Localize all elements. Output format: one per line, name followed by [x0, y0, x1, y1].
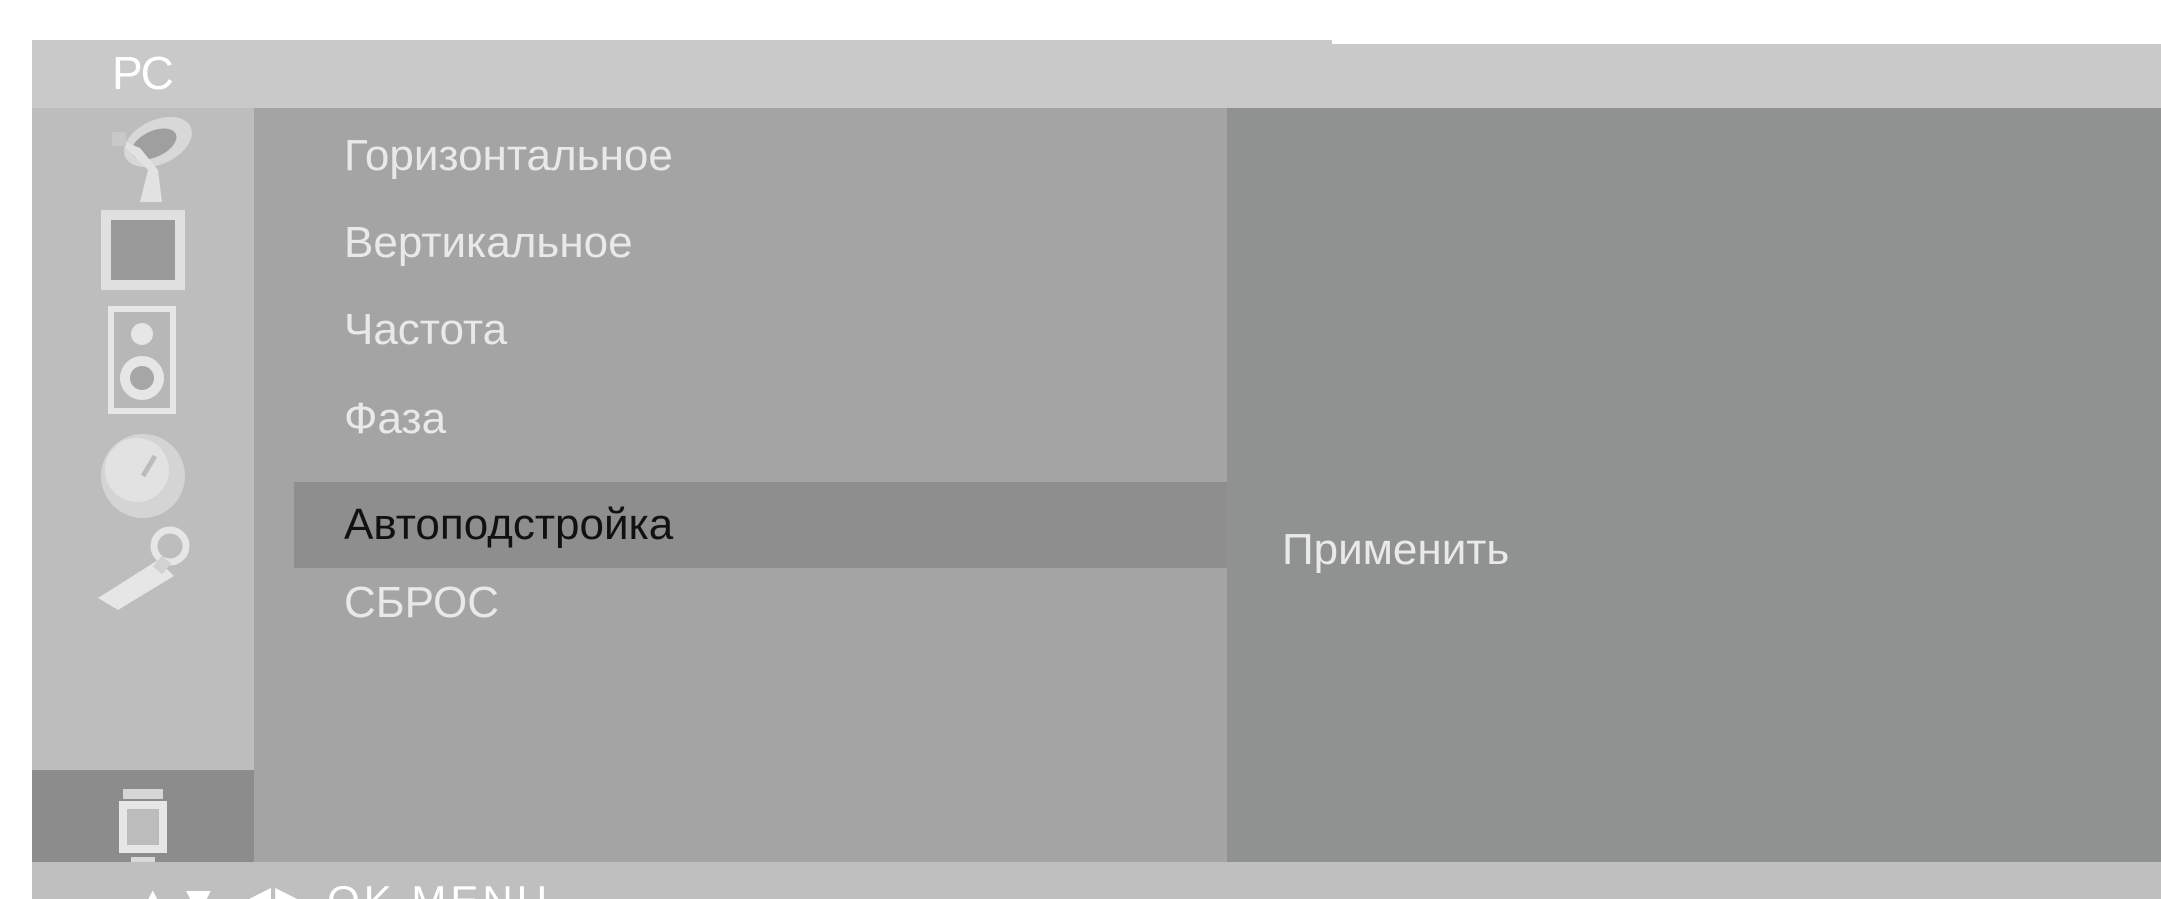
clock-icon	[101, 434, 185, 518]
navigation-hint: ▲▼ ◀▶ OK MENU	[132, 876, 551, 899]
category-picture[interactable]	[32, 200, 254, 300]
menu-item-horizontal[interactable]: Горизонтальное	[254, 113, 1204, 199]
category-station[interactable]	[32, 108, 254, 208]
menu-item-auto-config[interactable]: Автоподстройка	[294, 482, 1249, 568]
menu-item-reset[interactable]: СБРОС	[254, 560, 1204, 646]
menu-item-label: Вертикальное	[344, 218, 633, 267]
category-special[interactable]	[32, 520, 254, 620]
menu-item-label: Частота	[344, 305, 508, 354]
value-panel: Применить	[1227, 108, 2161, 862]
menu-list: Горизонтальное Вертикальное Частота Фаза…	[254, 108, 1249, 892]
speaker-icon	[108, 306, 176, 414]
menu-item-phase[interactable]: Фаза	[254, 376, 1204, 462]
satellite-dish-icon	[112, 116, 192, 202]
category-sound[interactable]	[32, 300, 254, 420]
menu-item-label: Автоподстройка	[344, 500, 674, 549]
osd-menu: PC Горизонтальное Вертикальное Частота Ф…	[32, 40, 2161, 899]
menu-title: PC	[112, 47, 174, 99]
category-time[interactable]	[32, 426, 254, 526]
special-key-icon	[98, 526, 190, 610]
menu-item-label: Горизонтальное	[344, 131, 673, 180]
menu-item-label: Фаза	[344, 394, 447, 443]
menu-item-label: СБРОС	[344, 578, 500, 627]
footer-hint-bar: ▲▼ ◀▶ OK MENU	[32, 862, 2161, 899]
menu-item-vertical[interactable]: Вертикальное	[254, 200, 1204, 286]
picture-icon	[101, 210, 185, 290]
title-notch	[1332, 40, 2161, 44]
category-icon-column	[32, 108, 254, 892]
apply-option[interactable]: Применить	[1282, 525, 1509, 575]
menu-item-frequency[interactable]: Частота	[254, 287, 1204, 373]
title-bar: PC	[32, 40, 2161, 108]
